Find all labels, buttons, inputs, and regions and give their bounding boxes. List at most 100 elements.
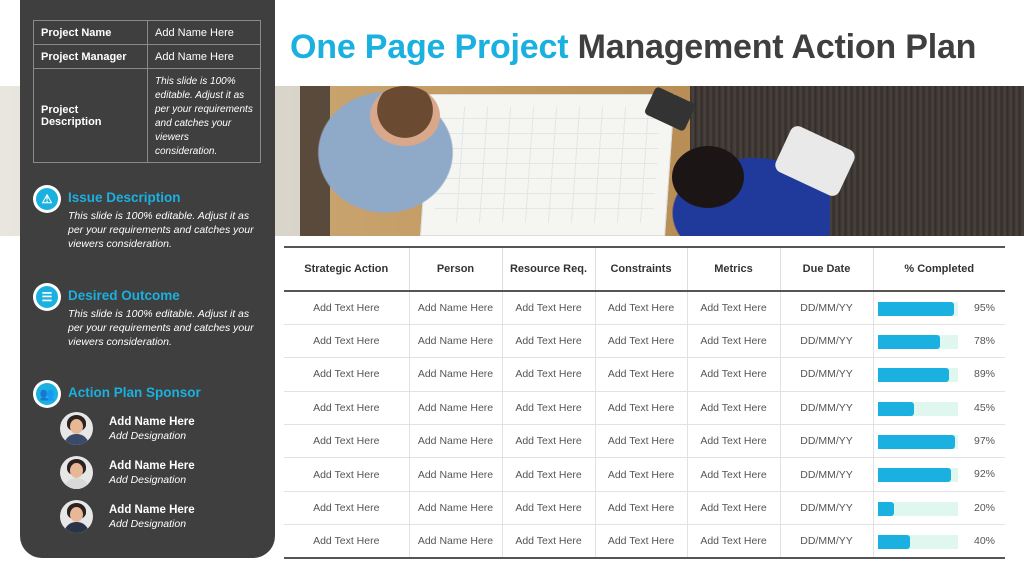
progress-track [877,435,958,450]
cell-due-date: DD/MM/YY [779,290,874,325]
cell-percent-completed: 92% [872,457,1005,492]
progress-fill [877,401,914,416]
info-value: This slide is 100% editable. Adjust it a… [147,68,261,163]
progress-fill [877,302,954,316]
cell-person: Add Name Here [408,524,503,560]
document-list-icon: ☰ [33,283,61,311]
sponsor-name: Add Name Here [109,504,195,516]
page-title: One Page Project Management Action Plan [290,28,976,67]
cell-constraints: Add Text Here [594,357,688,392]
cell-percent-completed: 95% [872,290,1005,325]
sponsor-designation: Add Designation [109,430,187,442]
column-header: Due Date [779,246,874,292]
section-title: Desired Outcome [68,288,180,303]
column-header: Person [408,246,503,292]
table-row: Add Text Here Add Name Here Add Text Here A… [284,457,1005,492]
cell-percent-completed: 78% [872,323,1005,359]
cell-strategic-action: Add Text Here [284,524,410,560]
cell-constraints: Add Text Here [594,323,688,359]
section-title: Issue Description [68,190,181,205]
cell-resource-req: Add Text Here [501,490,596,526]
cell-percent-completed: 20% [872,490,1005,526]
cell-resource-req: Add Text Here [501,390,596,426]
table-row: Add Text Here Add Name Here Add Text Here A… [284,323,1005,359]
cell-person: Add Name Here [408,424,503,459]
cell-resource-req: Add Text Here [501,457,596,492]
avatar [60,412,93,445]
cell-metrics: Add Text Here [686,357,781,392]
cell-strategic-action: Add Text Here [284,323,410,359]
progress-fill [877,468,952,483]
cell-metrics: Add Text Here [686,390,781,426]
cell-person: Add Name Here [408,323,503,359]
sponsor-designation: Add Designation [109,518,187,530]
progress-label: 89% [973,368,995,381]
info-row: Project Manager Add Name Here [33,44,261,69]
info-value: Add Name Here [147,20,261,45]
column-header: Metrics [686,246,781,292]
table-row: Add Text Here Add Name Here Add Text Here A… [284,290,1005,325]
progress-fill [877,435,956,450]
progress-label: 95% [973,302,995,314]
table-row: Add Text Here Add Name Here Add Text Here A… [284,424,1005,459]
cell-constraints: Add Text Here [594,390,688,426]
cell-due-date: DD/MM/YY [779,357,874,392]
cell-strategic-action: Add Text Here [284,490,410,526]
progress-track [877,535,958,550]
title-rest: Management Action Plan [577,28,977,66]
warning-icon: ⚠ [33,185,61,213]
info-key: Project Description [33,68,148,163]
cell-resource-req: Add Text Here [501,357,596,392]
cell-metrics: Add Text Here [686,290,781,325]
cell-due-date: DD/MM/YY [779,490,874,526]
progress-label: 40% [973,535,995,548]
info-key: Project Name [33,20,148,45]
cell-due-date: DD/MM/YY [779,390,874,426]
progress-label: 45% [973,401,995,414]
progress-label: 20% [973,501,995,514]
cell-constraints: Add Text Here [594,490,688,526]
info-row: Project Name Add Name Here [33,20,261,45]
cell-person: Add Name Here [408,290,503,325]
progress-fill [877,535,910,550]
column-header: Strategic Action [284,246,410,292]
cell-metrics: Add Text Here [686,424,781,459]
avatar [60,456,93,489]
sponsor-name: Add Name Here [109,460,195,472]
people-icon: 👥 [33,380,61,408]
photo-woman-head [672,146,744,208]
table-row: Add Text Here Add Name Here Add Text Here A… [284,390,1005,426]
action-plan-table: Strategic Action Person Resource Req. Co… [284,246,1005,560]
sponsor-name: Add Name Here [109,416,195,428]
cell-percent-completed: 89% [872,357,1005,392]
cell-due-date: DD/MM/YY [779,424,874,459]
title-accent: One Page Project [290,28,569,66]
cell-resource-req: Add Text Here [501,424,596,459]
sponsor-designation: Add Designation [109,474,187,486]
cell-metrics: Add Text Here [686,457,781,492]
table-row: Add Text Here Add Name Here Add Text Here A… [284,357,1005,392]
info-key: Project Manager [33,44,148,69]
cell-percent-completed: 40% [872,524,1005,560]
table-header-row: Strategic Action Person Resource Req. Co… [284,246,1005,292]
cell-constraints: Add Text Here [594,457,688,492]
cell-constraints: Add Text Here [594,524,688,560]
table-body: Add Text Here Add Name Here Add Text Here A… [284,290,1005,560]
progress-label: 78% [973,334,995,347]
cell-strategic-action: Add Text Here [284,290,410,325]
cell-resource-req: Add Text Here [501,524,596,560]
progress-track [877,401,958,416]
cell-resource-req: Add Text Here [501,290,596,325]
progress-fill [877,334,940,349]
table-row: Add Text Here Add Name Here Add Text Here A… [284,524,1005,560]
cell-metrics: Add Text Here [686,524,781,560]
cell-metrics: Add Text Here [686,490,781,526]
cell-percent-completed: 45% [872,390,1005,426]
cell-resource-req: Add Text Here [501,323,596,359]
cell-strategic-action: Add Text Here [284,457,410,492]
cell-constraints: Add Text Here [594,290,688,325]
cell-person: Add Name Here [408,390,503,426]
cell-strategic-action: Add Text Here [284,390,410,426]
column-header: Constraints [594,246,688,292]
progress-fill [877,501,894,516]
